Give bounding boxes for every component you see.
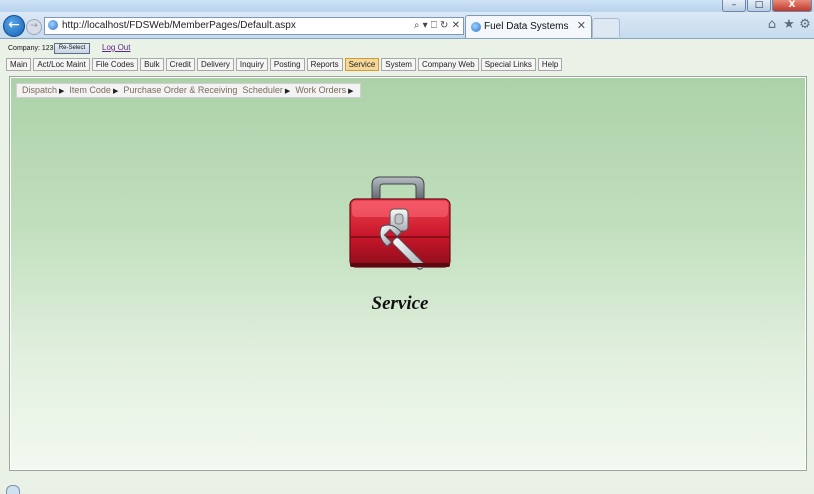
web-page: Company: 123 Re-Select Log Out Main Act/… (0, 39, 814, 494)
tab-title: Fuel Data Systems (484, 21, 569, 32)
submenu-item-dispatch[interactable]: Dispatch ▶ (20, 84, 67, 97)
close-window-button[interactable]: X (772, 0, 812, 12)
new-tab-button[interactable] (592, 18, 620, 37)
menu-item-special-links[interactable]: Special Links (480, 58, 536, 71)
menu-item-bulk[interactable]: Bulk (140, 58, 164, 71)
submenu-label: Dispatch (22, 85, 58, 95)
window-controls: – □ X (722, 0, 812, 12)
toolbox-wrench-icon (349, 176, 451, 270)
menu-item-service[interactable]: Service (344, 58, 380, 71)
menu-item-credit[interactable]: Credit (165, 58, 195, 71)
service-content-panel: Dispatch ▶ Item Code ▶ Purchase Order & Re… (9, 76, 807, 471)
browser-title-bar: – □ X (0, 0, 814, 12)
address-bar[interactable]: http://localhost/FDSWeb/MemberPages/Defa… (44, 17, 464, 35)
menu-item-help[interactable]: Help (537, 58, 563, 71)
submenu-label: Work Orders (295, 85, 347, 95)
tab-close-icon[interactable]: ✕ (577, 19, 586, 32)
main-menu-bar: Main Act/Loc Maint File Codes Bulk Credi… (6, 58, 563, 71)
menu-item-system[interactable]: System (381, 58, 416, 71)
submenu-label: Purchase Order & Receiving (123, 85, 238, 95)
tools-gear-icon[interactable]: ⚙ (797, 17, 813, 33)
home-icon[interactable]: ⌂ (764, 17, 780, 33)
minimize-button[interactable]: – (722, 0, 746, 12)
ie-page-icon (48, 20, 58, 30)
maximize-button[interactable]: □ (747, 0, 771, 12)
page-title: Service (371, 293, 429, 314)
menu-item-inquiry[interactable]: Inquiry (235, 58, 268, 71)
submenu-item-scheduler[interactable]: Scheduler ▶ (240, 84, 293, 97)
browser-tab-active[interactable]: Fuel Data Systems ✕ (465, 15, 592, 38)
company-label: Company: 123 (8, 45, 54, 52)
address-url[interactable]: http://localhost/FDSWeb/MemberPages/Defa… (62, 19, 296, 33)
menu-item-file-codes[interactable]: File Codes (91, 58, 139, 71)
submenu-item-item-code[interactable]: Item Code ▶ (67, 84, 121, 97)
submenu-label: Scheduler (242, 85, 283, 95)
forward-button[interactable]: → (26, 19, 42, 35)
address-bar-tools[interactable]: ⌕ ▾ ⎕ ↻ ✕ (414, 18, 460, 33)
browser-nav-bar: ← → http://localhost/FDSWeb/MemberPages/… (0, 12, 814, 39)
service-submenu: Dispatch ▶ Item Code ▶ Purchase Order & Re… (16, 83, 361, 98)
submenu-arrow-icon: ▶ (348, 87, 354, 95)
tab-page-icon (471, 22, 481, 32)
submenu-arrow-icon: ▶ (284, 87, 291, 95)
submenu-label: Item Code (69, 85, 111, 95)
menu-item-reports[interactable]: Reports (306, 58, 343, 71)
submenu-arrow-icon: ▶ (59, 87, 65, 95)
menu-item-main[interactable]: Main (6, 58, 32, 71)
submenu-item-work-orders[interactable]: Work Orders ▶ (293, 84, 356, 97)
submenu-arrow-icon: ▶ (112, 87, 119, 95)
menu-item-delivery[interactable]: Delivery (196, 58, 234, 71)
back-button[interactable]: ← (3, 15, 25, 37)
submenu-item-purchase-order[interactable]: Purchase Order & Receiving (121, 84, 240, 97)
logout-link[interactable]: Log Out (102, 43, 130, 52)
menu-item-company-web[interactable]: Company Web (417, 58, 479, 71)
menu-item-posting[interactable]: Posting (269, 58, 305, 71)
favorites-icon[interactable]: ★ (781, 17, 797, 33)
menu-item-act-loc-maint[interactable]: Act/Loc Maint (33, 58, 90, 71)
reselect-button[interactable]: Re-Select (54, 43, 90, 54)
